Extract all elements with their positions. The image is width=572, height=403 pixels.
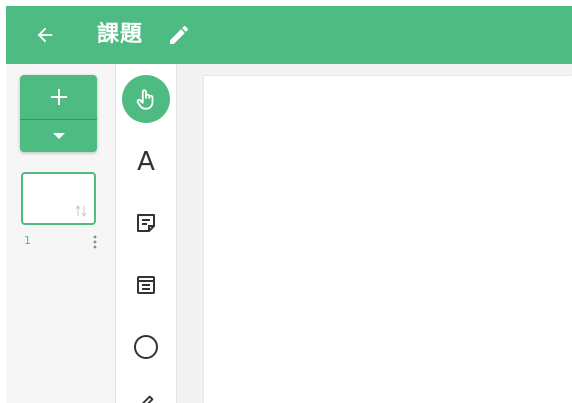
- page-thumbnail[interactable]: [21, 172, 96, 225]
- sort-icon: [75, 205, 87, 217]
- text-tool-icon: A: [137, 147, 155, 177]
- add-page-dropdown-button[interactable]: [20, 120, 97, 152]
- edit-title-button[interactable]: [164, 20, 194, 50]
- tool-text[interactable]: A: [120, 137, 172, 187]
- tool-pen[interactable]: [120, 382, 172, 403]
- hand-pointer-icon: [136, 89, 154, 110]
- app-header: 課題: [6, 6, 572, 64]
- canvas-page[interactable]: [204, 76, 572, 403]
- pencil-icon: [170, 25, 188, 44]
- page-panel: 1: [6, 64, 116, 403]
- canvas-area: [177, 64, 572, 403]
- add-page-button[interactable]: [20, 75, 97, 119]
- tool-palette: A: [117, 64, 177, 403]
- arrow-left-icon: [37, 27, 53, 43]
- tool-circle[interactable]: [120, 322, 172, 372]
- pen-icon: [141, 395, 154, 403]
- sticky-note-icon: [137, 214, 155, 232]
- more-vertical-icon: [93, 235, 97, 249]
- tool-sticky-note[interactable]: [120, 198, 172, 248]
- plus-icon: [50, 89, 67, 105]
- card-icon: [137, 276, 155, 294]
- caret-down-icon: [52, 133, 65, 139]
- page-title: 課題: [97, 22, 144, 47]
- tool-card[interactable]: [120, 260, 172, 310]
- page-menu-button[interactable]: [89, 233, 101, 251]
- circle-icon: [134, 335, 158, 359]
- page-number: 1: [24, 234, 31, 247]
- back-button[interactable]: [28, 18, 62, 52]
- add-page-split-button: [20, 75, 97, 152]
- tool-select[interactable]: [122, 75, 170, 123]
